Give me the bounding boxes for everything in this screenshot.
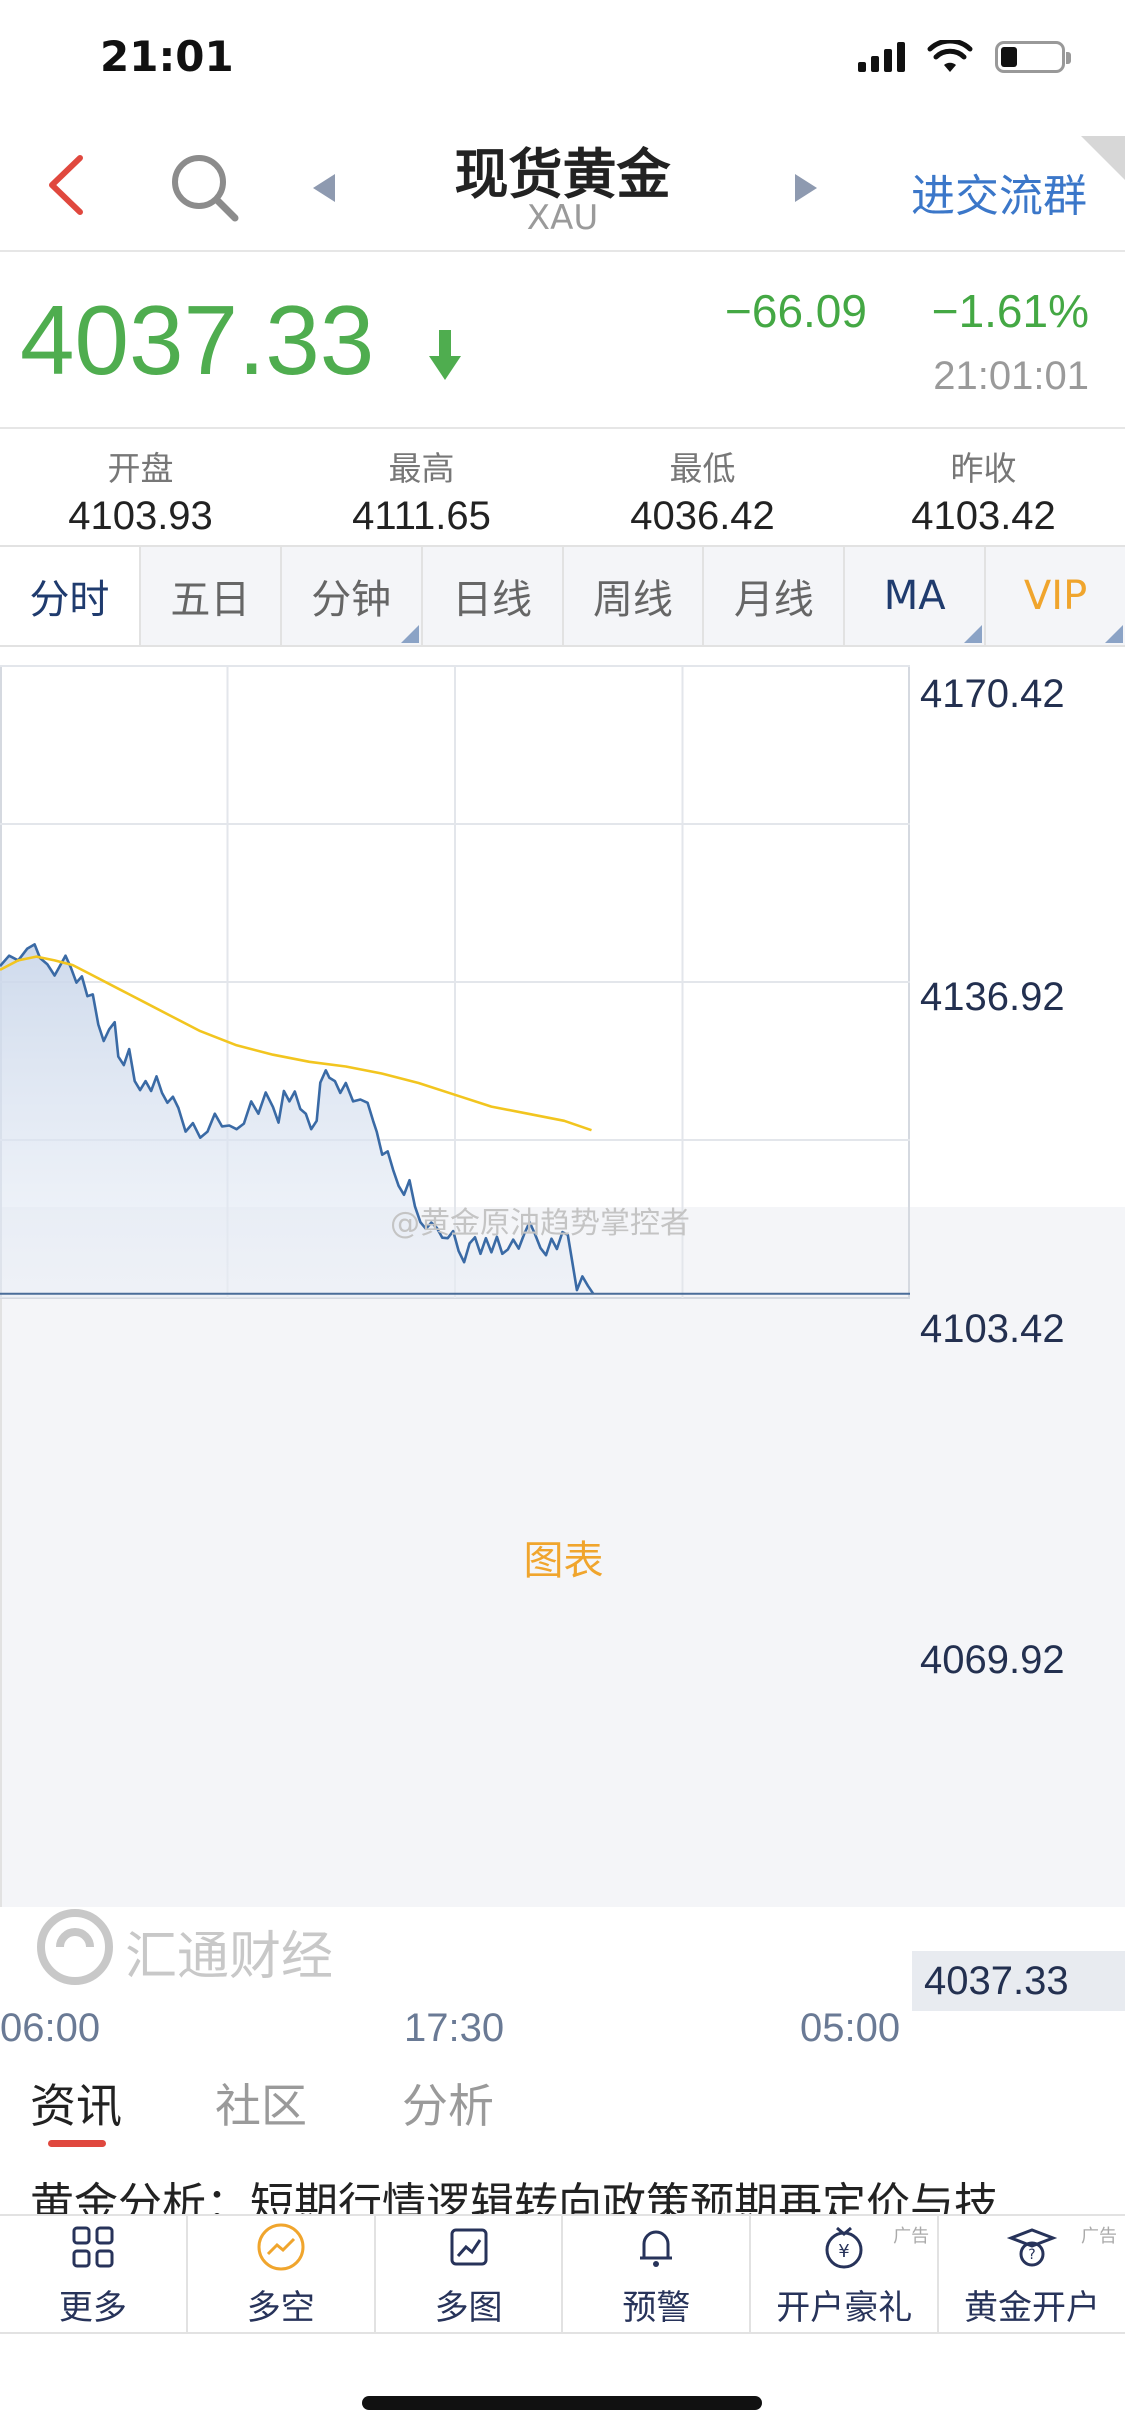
toolbar-alert[interactable]: 预警 [561,2216,749,2332]
svg-text:?: ? [1028,2247,1035,2263]
tab-five-day[interactable]: 五日 [138,547,280,645]
stat-value: 4036.42 [630,494,775,538]
dropdown-corner-icon [400,625,419,643]
price-area [0,944,594,1298]
quote-panel: 4037.33 −66.09 −1.61% 21:01:01 [0,254,1125,429]
ad-label: 广告 [893,2226,930,2247]
toolbar-long-short[interactable]: 多空 [185,2216,374,2332]
stat-value: 4103.42 [911,494,1056,538]
price-stats: 开盘 4103.93 最高 4111.65 最低 4036.42 昨收 4103… [0,430,1125,545]
price-change-percent: −1.61% [931,285,1089,337]
nav-bar: 现货黄金 XAU 进交流群 [0,120,1125,252]
toolbar-more[interactable]: 更多 [0,2216,186,2332]
active-tab-indicator [48,2140,106,2147]
wifi-icon [927,40,973,72]
stat-label: 开盘 [107,449,174,488]
chart-icon [450,2228,488,2265]
section-tab-analysis[interactable]: 分析 [402,2070,494,2136]
y-tick-label: 4170.42 [920,672,1065,716]
grid-icon [72,2226,114,2267]
toolbar-label: 更多 [58,2287,127,2328]
price-change: −66.09 [725,285,867,337]
period-tabs: 分时 五日 分钟 日线 周线 月线 MA VIP 图表 [0,545,1125,1907]
next-symbol-icon[interactable] [785,168,825,208]
stat-high: 最高 4111.65 [281,430,562,545]
trend-icon [257,2223,305,2270]
tab-intraday[interactable]: 分时 [0,547,139,645]
battery-icon [995,41,1071,73]
grad-icon: ? [1006,2227,1058,2266]
current-price-tag: 4037.33 [912,1951,1125,2011]
svg-text:¥: ¥ [838,2241,849,2262]
tab-label: VIP [1023,573,1088,619]
gift-icon: ¥ [825,2226,863,2268]
section-tabs: 资讯 社区 分析 [0,2060,1125,2150]
x-tick-label: 06:00 [0,2006,101,2050]
y-tick-label: 4136.92 [920,975,1065,1019]
toolbar-label: 黄金开户 [964,2287,1101,2328]
bell-icon [640,2230,673,2267]
toolbar-gold-account[interactable]: 广告 ? 黄金开户 [937,2216,1125,2332]
ad-label: 广告 [1080,2226,1117,2247]
stat-value: 4103.93 [68,494,213,538]
dropdown-corner-icon [1105,625,1123,643]
tab-minute[interactable]: 分钟 [279,547,421,645]
ad-corner-icon [1081,136,1125,180]
tab-daily[interactable]: 日线 [420,547,562,645]
toolbar-label: 开户豪礼 [776,2287,913,2328]
stat-label: 最高 [388,449,455,488]
prev-symbol-icon[interactable] [305,168,345,208]
toolbar-label: 多图 [434,2287,503,2328]
dropdown-corner-icon [964,625,983,643]
toolbar-label: 多空 [246,2287,315,2328]
tab-vip[interactable]: VIP [984,547,1125,645]
search-icon[interactable] [165,148,245,228]
section-tab-news[interactable]: 资讯 [30,2070,122,2136]
tab-weekly[interactable]: 周线 [561,547,703,645]
cellular-signal-icon [858,42,905,72]
toolbar-account-gift[interactable]: 广告 ¥ 开户豪礼 [749,2216,937,2332]
y-tick-label: 4103.42 [920,1307,1065,1351]
tab-label: 分钟 [311,577,392,623]
bottom-toolbar: 更多 多空 多图 预警 广告 ¥ 开户豪礼 广告 ? 黄金开户 [0,2214,1125,2334]
quote-time: 21:01:01 [933,354,1089,398]
tab-label: MA [883,573,946,619]
status-bar: 21:01 [0,0,1125,120]
x-tick-label: 05:00 [800,2006,901,2050]
logo-icon [37,1909,113,1985]
toolbar-multi-chart[interactable]: 多图 [373,2216,562,2332]
home-indicator [362,2396,762,2410]
logo-text: 汇通财经 [125,1927,334,1987]
last-price: 4037.33 [20,285,375,395]
down-arrow-icon [429,330,461,380]
join-group-link[interactable]: 进交流群 [911,160,1087,224]
stat-label: 昨收 [950,449,1017,488]
toolbar-label: 预警 [622,2287,691,2328]
tab-ma[interactable]: MA [843,547,985,645]
weibo-watermark: @黄金原油趋势掌控者 [390,1206,690,1241]
x-tick-label: 17:30 [404,2006,505,2050]
back-icon[interactable] [40,150,100,220]
stat-low: 最低 4036.42 [562,430,843,545]
stat-label: 最低 [669,449,736,488]
status-icons [858,40,1071,74]
stat-value: 4111.65 [352,494,491,538]
symbol-code: XAU [526,198,599,238]
stat-prev-close: 昨收 4103.42 [843,430,1124,545]
news-headline[interactable]: 黄金分析：短期行情逻辑转向政策预期再定价与技 [30,2168,1125,2218]
tab-monthly[interactable]: 月线 [702,547,844,645]
clock: 21:01 [100,32,234,81]
section-tab-community[interactable]: 社区 [215,2070,307,2136]
stat-open: 开盘 4103.93 [0,430,281,545]
y-tick-label: 4069.92 [920,1638,1065,1682]
